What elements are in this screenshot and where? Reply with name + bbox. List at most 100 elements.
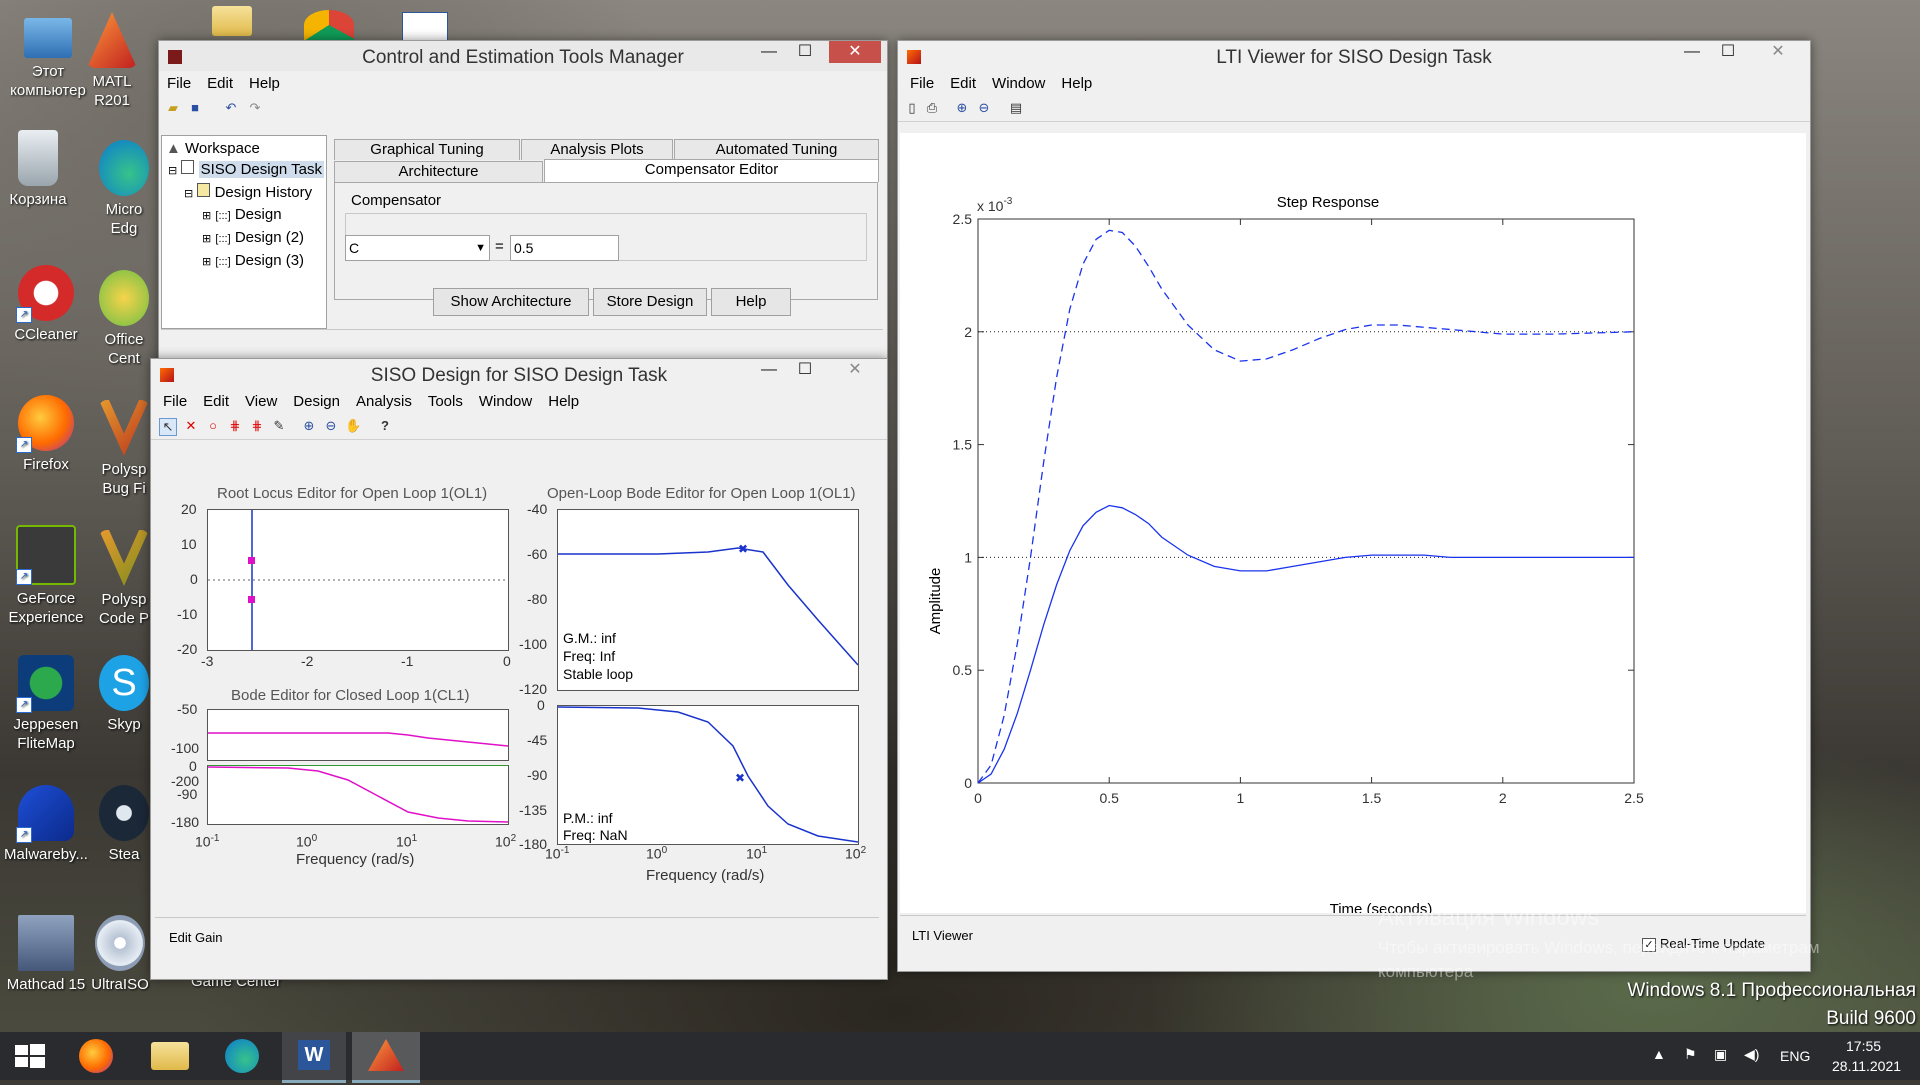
desktop-icon-ultraiso[interactable]: UltraISO: [90, 915, 150, 994]
taskbar-word[interactable]: W: [282, 1032, 346, 1083]
desktop-icon-edge[interactable]: Micro Edg: [94, 140, 154, 238]
network-icon[interactable]: ▣: [1714, 1046, 1727, 1063]
tab-graphical-tuning[interactable]: Graphical Tuning: [334, 139, 520, 160]
language-indicator[interactable]: ENG: [1780, 1048, 1810, 1064]
new-file-icon[interactable]: ▯: [904, 100, 920, 116]
tree-item-design-2[interactable]: ⊞ [:::] Design (2): [202, 229, 304, 246]
volume-icon[interactable]: ◀): [1744, 1046, 1759, 1063]
show-hidden-icons-icon[interactable]: ▲: [1652, 1046, 1666, 1062]
desktop-icon-firefox[interactable]: ↗ Firefox: [0, 395, 96, 474]
close-button[interactable]: ✕: [1752, 41, 1804, 63]
minimize-button[interactable]: —: [751, 41, 787, 63]
compensator-select[interactable]: C ▼: [345, 235, 490, 261]
menu-file[interactable]: File: [159, 71, 199, 94]
menu-analysis[interactable]: Analysis: [348, 389, 420, 412]
desktop-icon-polyspace-code[interactable]: Polysp Code P: [94, 530, 154, 628]
store-design-button[interactable]: Store Design: [593, 288, 707, 316]
maximize-button[interactable]: ☐: [1710, 41, 1746, 63]
tab-compensator-editor[interactable]: Compensator Editor: [544, 159, 879, 182]
menu-help[interactable]: Help: [540, 389, 587, 412]
zoom-in-icon[interactable]: ⊕: [301, 418, 317, 434]
close-button[interactable]: ✕: [829, 41, 881, 63]
root-locus-plot[interactable]: [207, 509, 509, 651]
tree-item-design[interactable]: ⊞ [:::] Design: [202, 206, 282, 223]
menu-view[interactable]: View: [237, 389, 285, 412]
step-response-chart[interactable]: Step Response x 10-3 Amplitude Time (sec…: [900, 133, 1806, 918]
maximize-button[interactable]: ☐: [787, 359, 823, 381]
gain-marker[interactable]: ✖: [738, 542, 748, 556]
taskbar-matlab[interactable]: [352, 1032, 420, 1083]
eraser-icon[interactable]: ✎: [271, 418, 287, 434]
desktop-icon-ccleaner[interactable]: ↗ CCleaner: [0, 265, 96, 344]
closed-loop-phase-plot[interactable]: [207, 765, 509, 825]
desktop-icon-office[interactable]: Office Cent: [94, 270, 154, 368]
menu-design[interactable]: Design: [285, 389, 348, 412]
open-loop-magnitude-plot[interactable]: ✖ G.M.: inf Freq: Inf Stable loop: [557, 509, 859, 691]
phase-marker[interactable]: ✖: [735, 771, 745, 785]
add-zero-icon[interactable]: ○: [205, 418, 221, 434]
zoom-out-icon[interactable]: ⊖: [976, 100, 992, 116]
tree-item-design-history[interactable]: ⊟ Design History: [184, 183, 312, 201]
context-help-icon[interactable]: ?: [377, 418, 393, 434]
desktop-icon-matlab[interactable]: MATL R201: [82, 12, 142, 110]
minimize-button[interactable]: —: [1674, 41, 1710, 63]
desktop-icon-skype[interactable]: S Skyp: [94, 655, 154, 734]
menu-edit[interactable]: Edit: [195, 389, 237, 412]
desktop-icon-recycle-bin[interactable]: Корзина: [0, 130, 88, 209]
desktop-icon-mathcad[interactable]: Mathcad 15: [0, 915, 96, 994]
print-icon[interactable]: ⎙: [924, 100, 940, 116]
menu-file[interactable]: File: [902, 71, 942, 94]
compensator-value-input[interactable]: 0.5: [510, 235, 619, 261]
tree-item-siso-task[interactable]: ⊟ SISO Design Task: [168, 160, 325, 178]
data-cursor-icon[interactable]: ▤: [1008, 100, 1024, 116]
taskbar-explorer[interactable]: [140, 1032, 200, 1080]
closed-loop-pole-marker[interactable]: [248, 596, 255, 603]
desktop-icon-geforce[interactable]: ↗ GeForce Experience: [0, 525, 96, 627]
maximize-button[interactable]: ☐: [787, 41, 823, 63]
tree-item-workspace[interactable]: ▲ Workspace: [166, 140, 260, 157]
clock-time[interactable]: 17:55: [1846, 1038, 1881, 1054]
minimize-button[interactable]: —: [751, 359, 787, 381]
siso-title-bar[interactable]: SISO Design for SISO Design Task — ☐ ✕: [151, 359, 887, 389]
taskbar-firefox[interactable]: [66, 1032, 126, 1080]
help-button[interactable]: Help: [711, 288, 791, 316]
lti-title-bar[interactable]: LTI Viewer for SISO Design Task — ☐ ✕: [898, 41, 1810, 71]
tree-item-design-3[interactable]: ⊞ [:::] Design (3): [202, 252, 304, 269]
save-icon[interactable]: ■: [187, 100, 203, 116]
taskbar-edge[interactable]: [212, 1032, 272, 1080]
desktop-icon-malwarebytes[interactable]: ↗ Malwareby...: [0, 785, 96, 864]
menu-edit[interactable]: Edit: [199, 71, 241, 94]
add-pole-icon[interactable]: ✕: [183, 418, 199, 434]
start-button[interactable]: [0, 1032, 60, 1080]
word-document-icon[interactable]: [402, 12, 448, 42]
menu-window[interactable]: Window: [471, 389, 540, 412]
closed-loop-pole-marker[interactable]: [248, 557, 255, 564]
select-arrow-icon[interactable]: ↖: [159, 418, 177, 436]
redo-icon[interactable]: ↷: [247, 100, 263, 116]
action-center-icon[interactable]: ⚑: [1684, 1046, 1697, 1063]
cetm-title-bar[interactable]: Control and Estimation Tools Manager — ☐…: [159, 41, 887, 71]
tab-architecture[interactable]: Architecture: [334, 161, 543, 182]
desktop-icon-jeppesen[interactable]: ↗ Jeppesen FliteMap: [0, 655, 96, 753]
undo-icon[interactable]: ↶: [223, 100, 239, 116]
folder-icon[interactable]: [212, 6, 252, 36]
menu-window[interactable]: Window: [984, 71, 1053, 94]
open-loop-phase-plot[interactable]: ✖ P.M.: inf Freq: NaN: [557, 705, 859, 845]
tab-automated-tuning[interactable]: Automated Tuning: [674, 139, 879, 160]
pan-hand-icon[interactable]: ✋: [345, 418, 361, 434]
zoom-out-icon[interactable]: ⊖: [323, 418, 339, 434]
menu-help[interactable]: Help: [1053, 71, 1100, 94]
menu-help[interactable]: Help: [241, 71, 288, 94]
desktop-icon-polyspace-bug[interactable]: Polysp Bug Fi: [94, 400, 154, 498]
tab-analysis-plots[interactable]: Analysis Plots: [521, 139, 673, 160]
closed-loop-magnitude-plot[interactable]: [207, 709, 509, 761]
close-button[interactable]: ✕: [829, 359, 881, 381]
desktop-icon-steam[interactable]: Stea: [94, 785, 154, 864]
chrome-icon[interactable]: [304, 10, 354, 40]
add-complex-zero-icon[interactable]: ⋕: [249, 418, 265, 434]
add-complex-pole-icon[interactable]: ⋕: [227, 418, 243, 434]
menu-tools[interactable]: Tools: [420, 389, 471, 412]
show-architecture-button[interactable]: Show Architecture: [433, 288, 589, 316]
open-folder-icon[interactable]: ▰: [165, 100, 181, 116]
menu-file[interactable]: File: [155, 389, 195, 412]
